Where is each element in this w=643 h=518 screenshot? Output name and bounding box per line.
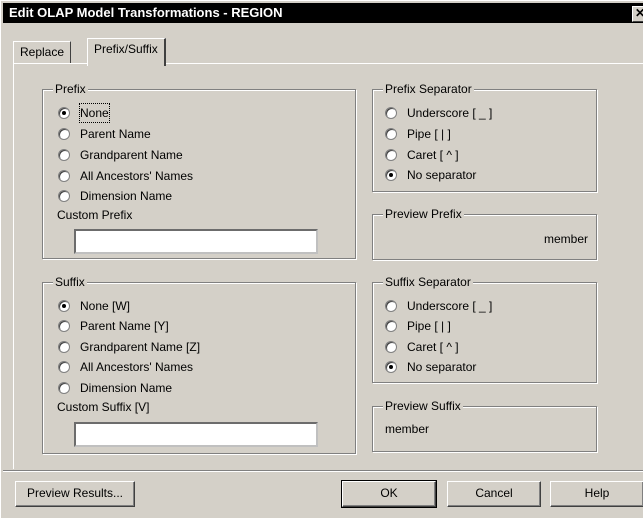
option-label: None bbox=[79, 103, 110, 123]
option-label: Caret [ ^ ] bbox=[407, 148, 459, 162]
option-label: Caret [ ^ ] bbox=[407, 340, 459, 354]
radio-icon bbox=[385, 300, 397, 312]
option-label: Underscore [ _ ] bbox=[407, 106, 493, 120]
tab-prefix-suffix[interactable]: Prefix/Suffix bbox=[87, 38, 166, 66]
radio-selected-icon bbox=[385, 361, 397, 373]
radio-icon bbox=[58, 190, 70, 202]
radio-icon bbox=[385, 107, 397, 119]
option-label: No separator bbox=[407, 360, 477, 374]
window-title: Edit OLAP Model Transformations - REGION bbox=[9, 5, 283, 20]
dialog-window: Edit OLAP Model Transformations - REGION… bbox=[0, 0, 643, 518]
radio-selected-icon bbox=[58, 107, 70, 119]
help-button[interactable]: Help bbox=[550, 481, 643, 507]
custom-suffix-label: Custom Suffix [V] bbox=[57, 400, 150, 414]
radio-icon bbox=[385, 341, 397, 353]
radio-icon bbox=[58, 320, 70, 332]
option-label: Grandparent Name [Z] bbox=[80, 340, 201, 354]
radio-icon bbox=[58, 361, 70, 373]
prefix-group-label: Prefix bbox=[53, 82, 88, 96]
cancel-button[interactable]: Cancel bbox=[447, 481, 541, 507]
option-label: Pipe [ | ] bbox=[407, 319, 451, 333]
title-bar[interactable]: Edit OLAP Model Transformations - REGION… bbox=[3, 3, 643, 23]
preview-results-button[interactable]: Preview Results... bbox=[15, 481, 135, 507]
radio-icon bbox=[385, 128, 397, 140]
tab-label: Prefix/Suffix bbox=[94, 42, 158, 56]
preview-prefix-value: member bbox=[543, 232, 588, 246]
preview-suffix-label: Preview Suffix bbox=[383, 399, 463, 413]
suffix-separator-label: Suffix Separator bbox=[383, 275, 473, 289]
close-icon[interactable]: ✕ bbox=[632, 6, 643, 22]
radio-icon bbox=[58, 341, 70, 353]
ok-button[interactable]: OK bbox=[341, 480, 437, 508]
option-label: Parent Name bbox=[80, 127, 151, 141]
custom-suffix-input[interactable] bbox=[74, 422, 318, 447]
radio-icon bbox=[385, 320, 397, 332]
option-label: No separator bbox=[407, 168, 477, 182]
radio-icon bbox=[58, 128, 70, 140]
option-label: Dimension Name bbox=[80, 381, 173, 395]
option-label: Underscore [ _ ] bbox=[407, 299, 493, 313]
radio-icon bbox=[385, 149, 397, 161]
radio-icon bbox=[58, 382, 70, 394]
suffix-group-label: Suffix bbox=[53, 275, 87, 289]
option-label: All Ancestors' Names bbox=[80, 360, 193, 374]
custom-prefix-label: Custom Prefix bbox=[57, 208, 133, 222]
radio-icon bbox=[58, 170, 70, 182]
option-label: Parent Name [Y] bbox=[80, 319, 169, 333]
option-label: Pipe [ | ] bbox=[407, 127, 451, 141]
preview-suffix-value: member bbox=[385, 422, 430, 436]
option-label: All Ancestors' Names bbox=[80, 169, 193, 183]
tab-replace[interactable]: Replace bbox=[13, 41, 72, 63]
custom-prefix-input[interactable] bbox=[74, 229, 318, 254]
radio-icon bbox=[58, 149, 70, 161]
footer-divider bbox=[3, 470, 643, 472]
preview-prefix-label: Preview Prefix bbox=[383, 207, 464, 221]
prefix-separator-label: Prefix Separator bbox=[383, 82, 474, 96]
preview-prefix-group: Preview Prefix member bbox=[372, 207, 597, 260]
preview-suffix-group: Preview Suffix member bbox=[372, 399, 597, 452]
option-label: Dimension Name bbox=[80, 189, 173, 203]
radio-selected-icon bbox=[385, 169, 397, 181]
option-label: Grandparent Name bbox=[80, 148, 183, 162]
radio-selected-icon bbox=[58, 300, 70, 312]
option-label: None [W] bbox=[80, 299, 131, 313]
tab-label: Replace bbox=[20, 45, 65, 59]
